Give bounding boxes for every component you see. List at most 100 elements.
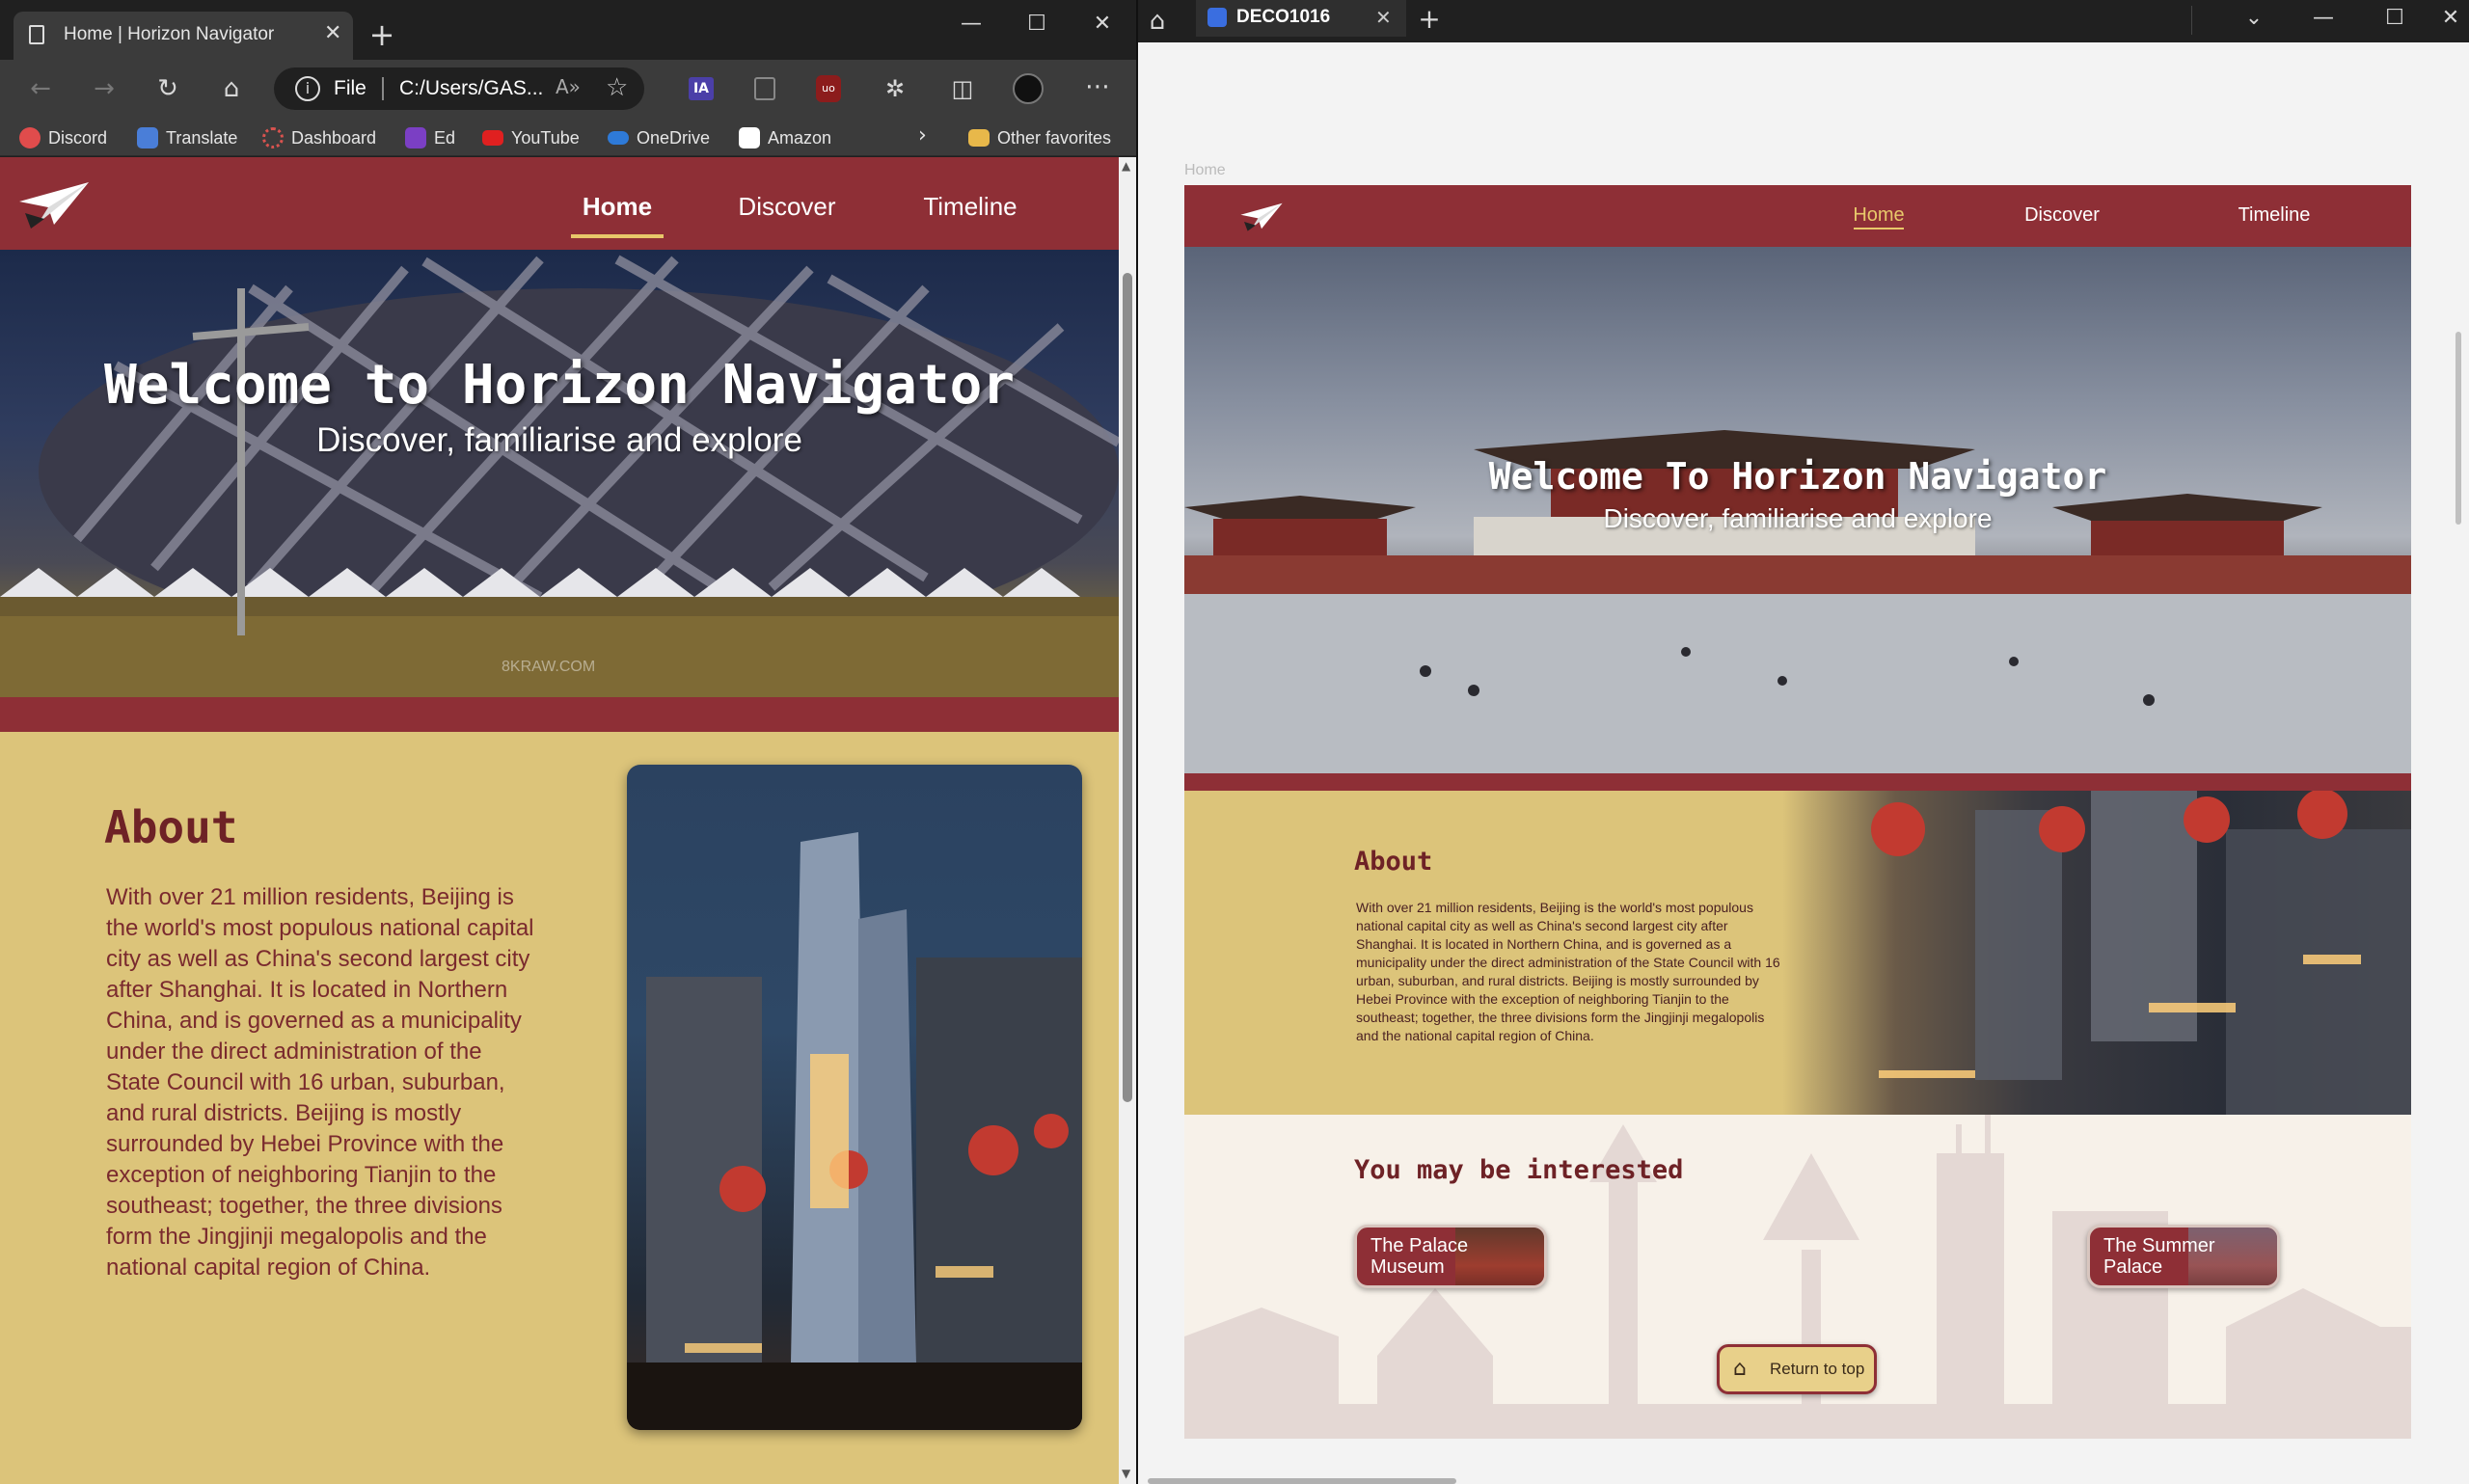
site-header: Home Discover Timeline [1184, 185, 2411, 247]
left-scroll-thumb[interactable] [1123, 273, 1132, 1102]
about-heading: About [1354, 847, 1433, 877]
hero-banner: Welcome To Horizon Navigator Discover, f… [1184, 247, 2411, 773]
about-text: With over 21 million residents, Beijing … [1356, 900, 1780, 1043]
extension-ia-icon[interactable]: IA [689, 77, 714, 100]
fav-dashboard[interactable]: Dashboard [262, 125, 376, 150]
read-aloud-icon[interactable]: A» [556, 75, 581, 98]
youtube-icon [482, 130, 503, 146]
home-icon: ⌂ [1733, 1357, 1747, 1381]
paper-plane-logo-icon[interactable] [15, 175, 93, 232]
left-toolbar: ← → ↻ ⌂ i File C:/Users/GAS... A» ☆ IA u… [0, 60, 1136, 118]
about-text: With over 21 million residents, Beijing … [106, 884, 534, 1281]
street-illustration [1871, 791, 2411, 1115]
maximize-button[interactable]: ☐ [2371, 2, 2419, 35]
paper-plane-logo-icon[interactable] [1238, 199, 1285, 233]
back-icon[interactable]: ← [21, 69, 60, 108]
return-to-top-button[interactable]: ⌂ Return to top [1717, 1344, 1877, 1394]
palace-museum-card[interactable]: The Palace Museum [1354, 1225, 1547, 1288]
minimize-button[interactable]: — [2299, 2, 2347, 35]
hero-banner: Welcome to Horizon Navigator Discover, f… [0, 250, 1119, 697]
extensions-icon[interactable]: ✲ [876, 69, 914, 108]
nav-timeline[interactable]: Timeline [2226, 204, 2322, 227]
folder-icon [968, 129, 990, 147]
close-tab-icon[interactable]: ✕ [324, 21, 341, 45]
dashboard-icon [262, 127, 284, 148]
forward-icon[interactable]: → [85, 69, 123, 108]
nav-home-underline [1854, 228, 1904, 229]
new-tab-button[interactable]: + [1410, 0, 1449, 39]
right-vertical-scrollbar[interactable] [2455, 332, 2461, 525]
nav-discover[interactable]: Discover [725, 192, 849, 222]
hero-title: Welcome To Horizon Navigator [1488, 455, 2107, 498]
interested-heading: You may be interested [1354, 1155, 1684, 1185]
fav-other-favorites[interactable]: Other favorites [968, 125, 1111, 150]
hero-bottom-band [1184, 773, 2411, 791]
refresh-icon[interactable]: ↻ [149, 69, 187, 108]
address-scheme: File [334, 77, 366, 99]
summer-palace-card[interactable]: The Summer Palace [2087, 1225, 2280, 1288]
fav-ed[interactable]: Ed [405, 125, 455, 150]
address-divider [382, 77, 384, 100]
tab-deco1016[interactable]: DECO1016 ✕ [1196, 0, 1406, 37]
split-screen-icon[interactable]: ◫ [943, 69, 982, 108]
new-tab-button[interactable]: + [363, 15, 401, 54]
nav-home[interactable]: Home [1850, 204, 1908, 227]
fav-translate[interactable]: Translate [137, 125, 237, 150]
more-menu-icon[interactable]: ⋯ [1078, 67, 1117, 106]
home-icon[interactable]: ⌂ [212, 69, 251, 108]
about-heading: About [104, 801, 238, 853]
interested-section: You may be interested The Palace Museum … [1184, 1115, 2411, 1439]
fav-amazon[interactable]: Amazon [739, 125, 831, 150]
minimize-button[interactable]: — [947, 8, 995, 40]
nav-home[interactable]: Home [569, 192, 665, 222]
about-street-photo [1782, 791, 2411, 1115]
favorite-star-icon[interactable]: ☆ [606, 73, 628, 102]
onedrive-icon [608, 131, 629, 145]
profile-avatar[interactable] [1013, 73, 1044, 104]
collections-icon[interactable] [754, 77, 775, 100]
fav-youtube[interactable]: YouTube [482, 125, 580, 150]
breadcrumb[interactable]: Home [1184, 162, 1226, 179]
about-city-photo [627, 765, 1082, 1430]
site-header: Home Discover Timeline [0, 157, 1119, 250]
right-tab-strip: ⌂ DECO1016 ✕ + ⌄ — ☐ ✕ [1138, 0, 2469, 42]
left-page-viewport: Home Discover Timeline Welcome to Horizo… [0, 157, 1119, 1484]
fav-discord[interactable]: Discord [19, 125, 107, 150]
right-tab-title: DECO1016 [1236, 7, 1331, 27]
right-horizontal-scrollbar[interactable] [1148, 1478, 1456, 1484]
scroll-down-icon[interactable]: ▼ [1122, 1467, 1130, 1480]
tab-home[interactable]: Home | Horizon Navigator ✕ [14, 12, 353, 60]
nav-timeline[interactable]: Timeline [912, 192, 1028, 222]
close-window-button[interactable]: ✕ [2427, 2, 2469, 35]
close-tab-icon[interactable]: ✕ [1375, 6, 1392, 29]
translate-icon [137, 127, 158, 148]
fav-onedrive[interactable]: OneDrive [608, 125, 710, 150]
about-section: About With over 21 million residents, Be… [1184, 791, 2411, 1115]
palace-museum-label-line1: The Palace [1370, 1235, 1469, 1256]
palace-museum-label-line2: Museum [1370, 1256, 1445, 1278]
address-bar[interactable]: i File C:/Users/GAS... A» ☆ [274, 67, 644, 110]
maximize-button[interactable]: ☐ [1013, 8, 1061, 40]
home-tab-icon[interactable]: ⌂ [1138, 2, 1177, 40]
info-icon[interactable]: i [295, 76, 320, 101]
hero-bottom-band [0, 697, 1119, 732]
skyline-illustration [627, 832, 1082, 1430]
right-browser-window: ⌂ DECO1016 ✕ + ⌄ — ☐ ✕ Home Home Discove… [1138, 0, 2469, 1484]
favorites-overflow-icon[interactable]: › [918, 123, 927, 148]
image-watermark: 8KRAW.COM [502, 659, 596, 675]
close-window-button[interactable]: ✕ [1078, 8, 1126, 40]
left-browser-window: Home | Horizon Navigator ✕ + — ☐ ✕ ← → ↻… [0, 0, 1136, 1484]
ed-icon [405, 127, 426, 148]
ublock-icon[interactable]: uo [816, 75, 841, 102]
left-vertical-scrollbar[interactable]: ▲ ▼ [1119, 157, 1136, 1484]
scroll-up-icon[interactable]: ▲ [1122, 159, 1130, 173]
summer-palace-label-line2: Palace [2103, 1256, 2163, 1278]
palace-museum-thumbnail [1455, 1228, 1544, 1285]
tab-list-chevron-icon[interactable]: ⌄ [2230, 2, 2278, 35]
return-to-top-label: Return to top [1770, 1360, 1865, 1378]
right-page-content: Home Home Discover Timeline Welcome To H… [1138, 42, 2469, 1484]
address-path: C:/Users/GAS... [399, 77, 544, 99]
stadium-illustration [0, 255, 1119, 697]
tab-strip-divider [2191, 6, 2192, 35]
nav-discover[interactable]: Discover [2014, 204, 2110, 227]
